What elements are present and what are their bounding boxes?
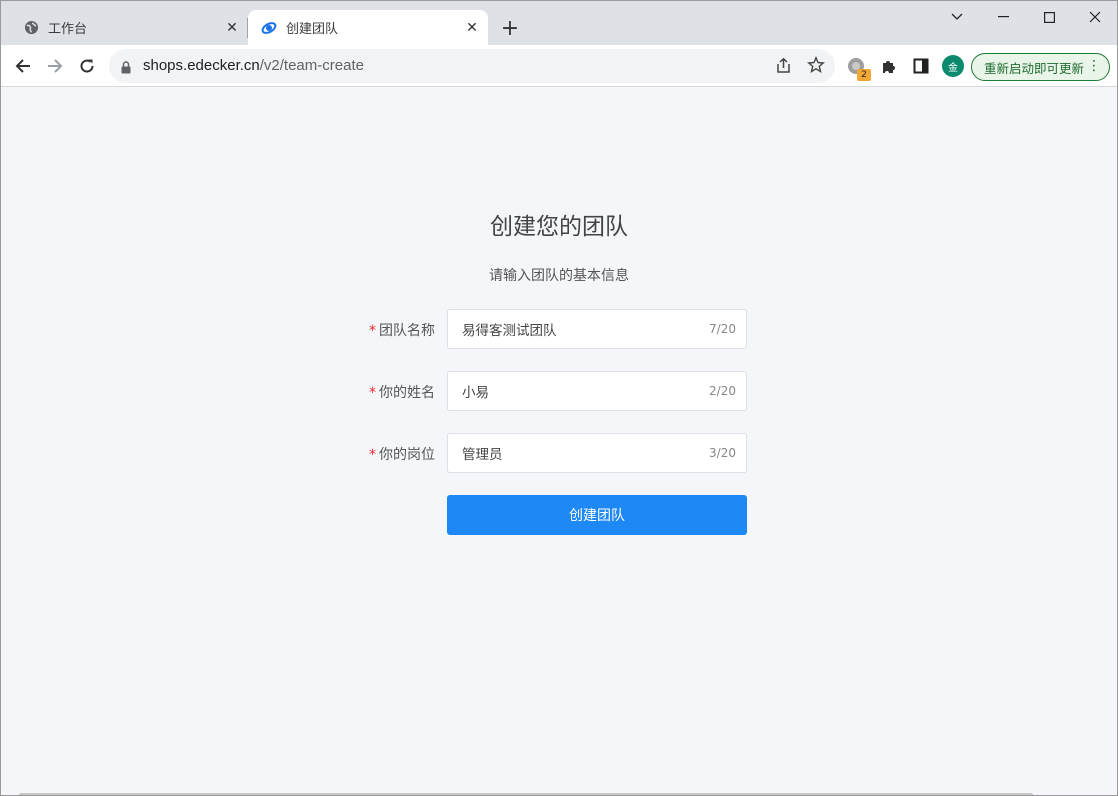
char-count: 3/20 — [709, 446, 736, 460]
team-name-label: * 团队名称 — [361, 320, 435, 340]
create-team-button[interactable]: 创建团队 — [447, 495, 747, 535]
arrow-left-icon — [15, 59, 30, 73]
update-browser-button[interactable]: 重新启动即可更新 ⋮ — [971, 53, 1110, 81]
form-row-your-position: *你的岗位 3/20 — [361, 433, 747, 473]
extension-badge: 2 — [857, 69, 871, 81]
tab-strip: 工作台 ✕ 创建团队 ✕ + — [1, 1, 1117, 45]
arrow-right-icon — [48, 59, 63, 73]
reload-button[interactable] — [73, 52, 101, 80]
page-title: 创建您的团队 — [490, 214, 628, 240]
maximize-icon — [1043, 11, 1055, 23]
globe-icon — [23, 20, 39, 36]
side-panel-icon[interactable] — [911, 56, 931, 76]
required-mark: * — [369, 385, 376, 401]
tab-title: 工作台 — [48, 22, 88, 37]
your-name-input[interactable] — [462, 372, 702, 410]
puzzle-icon[interactable] — [879, 56, 899, 76]
update-label: 重新启动即可更新 — [984, 60, 1085, 76]
tab-title: 创建团队 — [286, 22, 339, 37]
url-host: shops.edecker.cn — [143, 57, 260, 74]
team-name-input[interactable] — [462, 310, 702, 348]
url-path: /v2/team-create — [259, 57, 364, 74]
page-content: 创建您的团队 请输入团队的基本信息 *团队名称 7/20 *你的姓名 2/20 … — [1, 88, 1117, 795]
close-icon — [1089, 11, 1101, 23]
more-vert-icon[interactable]: ⋮ — [1087, 59, 1101, 73]
label-text: 你的岗位 — [379, 447, 435, 463]
share-icon[interactable] — [775, 57, 792, 78]
required-mark: * — [369, 447, 376, 463]
your-position-label: * 你的岗位 — [361, 444, 435, 464]
maximize-button[interactable] — [1026, 1, 1072, 33]
url-text: shops.edecker.cn/v2/team-create — [143, 57, 364, 74]
close-tab-icon[interactable]: ✕ — [222, 18, 242, 38]
your-position-field[interactable]: 3/20 — [447, 433, 747, 473]
minimize-button[interactable] — [980, 1, 1026, 33]
your-position-input[interactable] — [462, 434, 702, 472]
close-tab-icon[interactable]: ✕ — [462, 18, 482, 38]
lock-icon — [121, 59, 131, 78]
label-text: 团队名称 — [379, 323, 435, 339]
tab-workbench[interactable]: 工作台 ✕ — [10, 10, 248, 45]
reload-icon — [80, 59, 94, 73]
form-row-team-name: *团队名称 7/20 — [361, 309, 747, 349]
new-tab-button[interactable]: + — [498, 16, 522, 41]
address-bar[interactable]: shops.edecker.cn/v2/team-create — [109, 49, 835, 83]
tab-create-team[interactable]: 创建团队 ✕ — [248, 10, 488, 45]
forward-button[interactable] — [41, 52, 69, 80]
profile-avatar[interactable]: 金 — [942, 55, 964, 77]
label-text: 你的姓名 — [379, 385, 435, 401]
browser-window: 工作台 ✕ 创建团队 ✕ + shops.edecker.cn/v2/team-… — [0, 0, 1118, 796]
minimize-icon — [997, 16, 1009, 18]
form-row-your-name: *你的姓名 2/20 — [361, 371, 747, 411]
required-mark: * — [369, 323, 376, 339]
tab-search-button[interactable] — [934, 1, 980, 33]
close-window-button[interactable] — [1072, 1, 1117, 33]
char-count: 2/20 — [709, 384, 736, 398]
char-count: 7/20 — [709, 322, 736, 336]
team-name-field[interactable]: 7/20 — [447, 309, 747, 349]
your-name-label: * 你的姓名 — [361, 382, 435, 402]
your-name-field[interactable]: 2/20 — [447, 371, 747, 411]
back-button[interactable] — [9, 52, 37, 80]
chevron-down-icon — [951, 13, 963, 20]
page-subtitle: 请输入团队的基本信息 — [489, 268, 629, 284]
edecker-logo-icon — [261, 20, 277, 36]
bookmark-star-icon[interactable] — [807, 56, 825, 78]
